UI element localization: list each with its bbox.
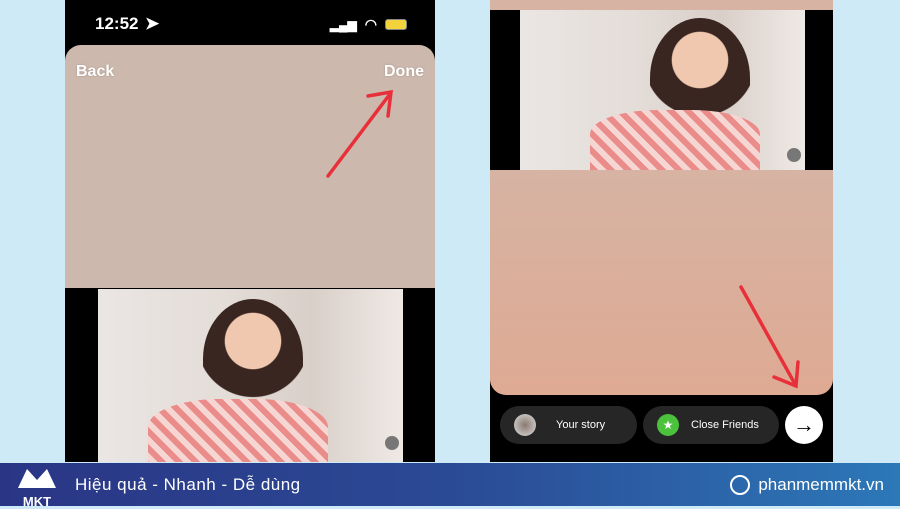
annotation-arrows (326, 89, 800, 389)
arrow-to-done (326, 92, 392, 178)
mkt-logo: MKT (14, 466, 60, 508)
globe-icon (730, 475, 751, 495)
website-link[interactable]: phanmemmkt.vn (758, 475, 884, 495)
slogan: Hiệu quả - Nhanh - Dễ dùng (75, 475, 301, 494)
footer-banner: MKT Hiệu quả - Nhanh - Dễ dùng phanmemmk… (0, 463, 900, 508)
arrow-to-next (739, 285, 797, 386)
